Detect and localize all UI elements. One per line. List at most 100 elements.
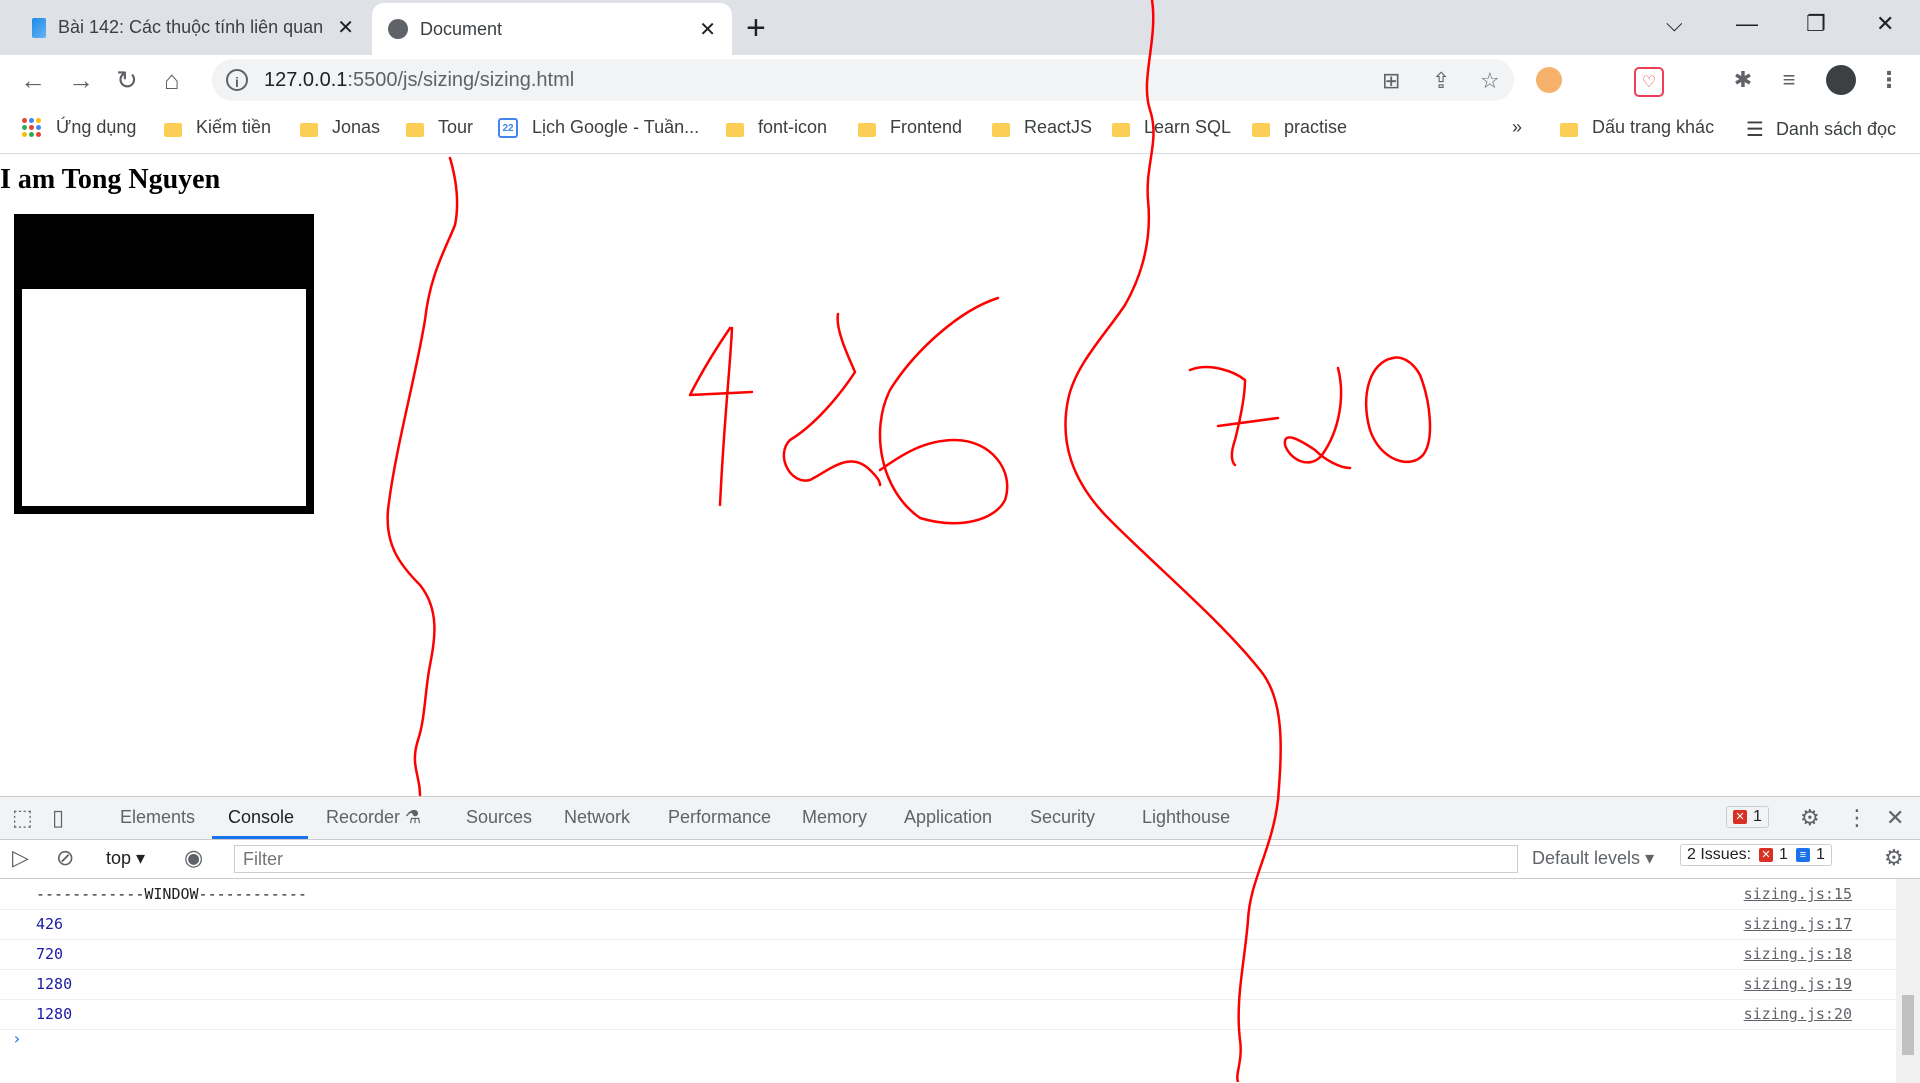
puzzle-icon[interactable]: ✱ — [1730, 67, 1756, 93]
forward-icon[interactable]: → — [68, 63, 94, 97]
tab-recorder[interactable]: Recorder ⚗ — [326, 807, 421, 828]
reading-list-label: Danh sách đọc — [1775, 119, 1897, 139]
console-row: ------------WINDOW------------ sizing.js:… — [0, 879, 1896, 910]
bookmark-label: practise — [1284, 117, 1348, 137]
back-icon[interactable]: ← — [20, 63, 46, 97]
new-extension-icon[interactable]: NEW — [1676, 83, 1714, 101]
address-bar[interactable]: i 127.0.0.1:5500/js/sizing/sizing.html ⊞… — [212, 59, 1514, 101]
tab-network[interactable]: Network — [564, 807, 630, 828]
share-icon[interactable]: ⇪ — [1432, 68, 1450, 94]
bookmark-label: Frontend — [890, 117, 963, 137]
bookmark-folder[interactable]: font-icon — [726, 117, 827, 138]
filter-input[interactable] — [234, 845, 1518, 873]
url-text: 127.0.0.1:5500/js/sizing/sizing.html — [264, 69, 574, 92]
device-toolbar-icon[interactable]: ▯ — [52, 805, 64, 831]
bookmark-folder[interactable]: Jonas — [300, 117, 380, 138]
tab-title: Document — [420, 18, 503, 39]
reading-list[interactable]: ☰ Danh sách đọc — [1746, 117, 1896, 142]
bookmark-folder[interactable]: Frontend — [858, 117, 962, 138]
scrollbar-thumb[interactable] — [1902, 995, 1914, 1055]
console-source-link[interactable]: sizing.js:15 — [1744, 885, 1852, 903]
folder-icon — [1560, 122, 1578, 137]
translate-icon[interactable]: ⊞ — [1382, 68, 1400, 94]
folder-icon — [992, 122, 1010, 137]
profile-avatar[interactable] — [1826, 65, 1856, 95]
issues-button[interactable]: 2 Issues: ✕ 1 ≡ 1 — [1680, 844, 1832, 866]
devtools-panel: ⬚ ▯ Elements Console Recorder ⚗ Sources … — [0, 796, 1920, 1083]
log-levels-dropdown[interactable]: Default levels ▾ — [1532, 848, 1654, 869]
tab-performance[interactable]: Performance — [668, 807, 771, 828]
console-source-link[interactable]: sizing.js:20 — [1744, 1005, 1852, 1023]
console-source-link[interactable]: sizing.js:19 — [1744, 975, 1852, 993]
tab-document[interactable]: Document ✕ — [372, 3, 732, 55]
error-count-badge[interactable]: ✕ 1 — [1726, 806, 1769, 828]
bookmark-folder[interactable]: Learn SQL — [1112, 117, 1231, 138]
bookmark-folder[interactable]: Tour — [406, 117, 473, 138]
log-levels-label: Default levels — [1532, 848, 1641, 868]
console-message: 720 — [36, 945, 64, 963]
live-expression-eye-icon[interactable]: ◉ — [184, 845, 203, 871]
bookmark-label: Learn SQL — [1144, 117, 1232, 137]
console-source-link[interactable]: sizing.js:17 — [1744, 915, 1852, 933]
console-scrollbar[interactable] — [1896, 879, 1920, 1083]
media-icon[interactable]: ≡ — [1776, 67, 1802, 93]
tab-lighthouse[interactable]: Lighthouse — [1142, 807, 1230, 828]
tab-memory[interactable]: Memory — [802, 807, 867, 828]
inspect-icon[interactable]: ⬚ — [12, 805, 33, 831]
console-source-link[interactable]: sizing.js:18 — [1744, 945, 1852, 963]
clear-console-icon[interactable]: ⊘ — [56, 845, 74, 871]
tab-bai-142[interactable]: Bài 142: Các thuộc tính liên quan ✕ — [16, 0, 370, 55]
new-tab-button[interactable]: + — [746, 6, 766, 50]
tab-search-icon[interactable]: ⌵ — [1666, 0, 1683, 48]
context-selector[interactable]: top ▾ — [106, 848, 145, 869]
more-options-icon[interactable]: ⋮ — [1846, 805, 1868, 831]
tab-console[interactable]: Console — [228, 807, 294, 828]
console-row: 426 sizing.js:17 — [0, 909, 1896, 940]
console-row: 1280 sizing.js:20 — [0, 999, 1896, 1030]
bookmarks-bar: Ứng dụng Kiếm tiền Jonas Tour 22 Lịch Goo… — [0, 105, 1920, 154]
info-message-icon: ≡ — [1795, 848, 1810, 862]
console-toolbar: ▷ ⊘ top ▾ ◉ Default levels ▾ 2 Issues: ✕… — [0, 840, 1920, 879]
bookmark-calendar[interactable]: 22 Lịch Google - Tuần... — [498, 117, 699, 138]
avatar-ext-icon[interactable] — [1536, 67, 1562, 93]
d-extension-icon[interactable]: D — [1586, 67, 1612, 93]
console-message: 1280 — [36, 1005, 73, 1023]
close-tab-icon[interactable]: ✕ — [337, 15, 354, 40]
bookmark-label: Ứng dụng — [56, 117, 137, 137]
bookmark-apps[interactable]: Ứng dụng — [22, 117, 136, 138]
reload-icon[interactable]: ↻ — [116, 63, 138, 97]
bookmark-label: font-icon — [758, 117, 828, 137]
console-prompt[interactable]: › — [12, 1029, 22, 1048]
close-window-button[interactable]: ✕ — [1876, 0, 1894, 48]
info-icon[interactable]: i — [226, 69, 248, 91]
dropdown-icon: ▾ — [1645, 848, 1655, 868]
tab-application[interactable]: Application — [904, 807, 992, 828]
bookmark-folder[interactable]: ReactJS — [992, 117, 1092, 138]
restore-button[interactable]: ❐ — [1806, 0, 1826, 48]
sidebar-toggle-icon[interactable]: ▷ — [12, 845, 29, 871]
bookmark-folder[interactable]: practise — [1252, 117, 1347, 138]
folder-icon — [164, 122, 182, 137]
pocket-icon[interactable]: ♡ — [1634, 67, 1664, 97]
menu-icon[interactable]: ⋮ — [1876, 67, 1902, 93]
error-count: 1 — [1753, 808, 1762, 825]
console-settings-icon[interactable]: ⚙ — [1884, 845, 1904, 871]
other-bookmarks[interactable]: Dấu trang khác — [1560, 117, 1714, 138]
close-tab-icon[interactable]: ✕ — [699, 17, 716, 42]
home-icon[interactable]: ⌂ — [164, 63, 180, 97]
minimize-button[interactable]: — — [1736, 0, 1758, 48]
bookmark-folder[interactable]: Kiếm tiền — [164, 117, 271, 138]
bookmarks-overflow-button[interactable]: » — [1512, 117, 1522, 138]
settings-icon[interactable]: ⚙ — [1800, 805, 1820, 831]
bookmark-star-icon[interactable]: ☆ — [1480, 68, 1500, 94]
tab-title: Bài 142: Các thuộc tính liên quan — [58, 17, 324, 37]
globe-icon — [388, 19, 408, 39]
error-icon: ✕ — [1733, 810, 1747, 824]
close-devtools-icon[interactable]: ✕ — [1886, 805, 1904, 831]
tab-sources[interactable]: Sources — [466, 807, 532, 828]
tab-security[interactable]: Security — [1030, 807, 1095, 828]
d-extension-label: D — [1593, 71, 1605, 88]
issues-error-count: 1 — [1779, 846, 1788, 863]
page-viewport: I am Tong Nguyen — [0, 154, 1920, 796]
tab-elements[interactable]: Elements — [120, 807, 195, 828]
